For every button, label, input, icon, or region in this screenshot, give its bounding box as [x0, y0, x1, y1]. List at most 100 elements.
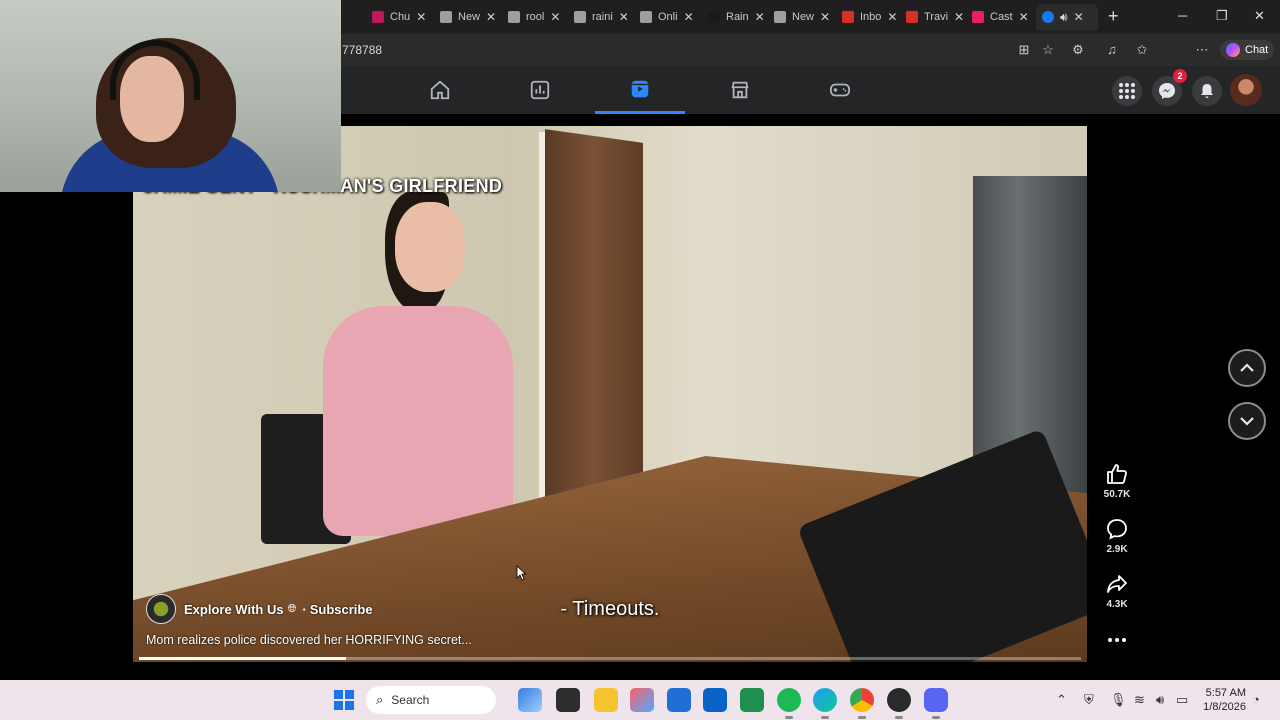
tab-gaming[interactable]: [795, 66, 885, 114]
tab-label: Onli: [658, 11, 678, 23]
next-reel-button[interactable]: [1228, 402, 1266, 440]
mouse-cursor-icon: [516, 565, 526, 581]
notifications-button[interactable]: [1192, 76, 1222, 106]
subtitle-text: - Timeouts.: [560, 598, 660, 620]
widgets-icon[interactable]: [518, 688, 542, 712]
like-count: 50.7K: [1103, 489, 1131, 500]
video-progress-bar[interactable]: [139, 657, 1081, 660]
clock-date: 1/8/2026: [1203, 701, 1246, 713]
share-count: 4.3K: [1106, 599, 1128, 610]
spotify-icon[interactable]: [777, 688, 801, 719]
comment-count: 2.9K: [1106, 544, 1128, 555]
browser-tab[interactable]: Onli ✕: [640, 4, 700, 30]
close-tab-icon[interactable]: ✕: [887, 10, 897, 24]
more-menu-icon[interactable]: ⋯: [1194, 42, 1210, 58]
video-scene-person: [323, 306, 513, 536]
speaker-icon[interactable]: 🔊︎: [1060, 10, 1068, 25]
reel-video[interactable]: JAMIE GENT - RUSHMAN'S GIRLFRIEND - Time…: [133, 126, 1087, 662]
minimize-button[interactable]: ─: [1178, 8, 1187, 23]
microphone-icon[interactable]: 🎙︎: [1110, 692, 1127, 708]
discord-icon[interactable]: [924, 688, 948, 719]
security-icon[interactable]: ⛨: [1084, 692, 1094, 708]
start-button[interactable]: [334, 690, 354, 710]
channel-avatar[interactable]: [146, 594, 176, 624]
reel-description[interactable]: Mom realizes police discovered her HORRI…: [146, 633, 472, 647]
menu-button[interactable]: [1112, 76, 1142, 106]
close-tab-icon[interactable]: ✕: [1019, 10, 1029, 24]
chrome-icon[interactable]: [850, 688, 874, 719]
browser-tab[interactable]: New ✕: [440, 4, 500, 30]
channel-name[interactable]: Explore With Us: [184, 602, 284, 617]
copilot-chat-button[interactable]: Chat: [1220, 40, 1275, 60]
system-clock[interactable]: 5:57 AM 1/8/2026: [1200, 686, 1246, 714]
favorite-star-icon[interactable]: ☆: [1040, 42, 1056, 58]
tab-label: New: [458, 11, 481, 23]
url-text[interactable]: 778788: [342, 43, 382, 57]
subscribe-button[interactable]: Subscribe: [310, 602, 373, 617]
share-button[interactable]: 4.3K: [1097, 572, 1137, 610]
new-tab-button[interactable]: +: [1108, 6, 1119, 27]
previous-reel-button[interactable]: [1228, 349, 1266, 387]
outlook-icon[interactable]: [703, 688, 727, 712]
more-options-button[interactable]: [1097, 628, 1137, 652]
clock-time: 5:57 AM: [1205, 687, 1246, 699]
excel-icon[interactable]: [740, 688, 764, 712]
bell-icon: [1201, 84, 1213, 98]
battery-icon[interactable]: ▭: [1176, 692, 1188, 708]
tab-dashboard[interactable]: [495, 66, 585, 114]
chevron-down-icon: [1240, 417, 1254, 426]
close-tab-icon[interactable]: ✕: [1074, 10, 1084, 24]
close-window-button[interactable]: ✕: [1254, 8, 1265, 24]
close-tab-icon[interactable]: ✕: [755, 10, 765, 24]
tab-favicon-icon: [508, 11, 520, 23]
browser-tab[interactable]: Chu ✕: [372, 4, 430, 30]
dashboard-icon: [530, 80, 550, 100]
edge-icon[interactable]: [813, 688, 837, 719]
notification-center-icon[interactable]: ◔: [1252, 692, 1260, 707]
wifi-icon[interactable]: ≋: [1134, 692, 1145, 708]
close-tab-icon[interactable]: ✕: [820, 10, 830, 24]
show-hidden-icons-icon[interactable]: ⌃: [1056, 692, 1067, 708]
tab-reels[interactable]: [595, 66, 685, 114]
browser-tab[interactable]: Cast ✕: [972, 4, 1032, 30]
facebook-icon: [1042, 11, 1054, 23]
tab-marketplace[interactable]: [695, 66, 785, 114]
comment-button[interactable]: 2.9K: [1097, 517, 1137, 555]
split-screen-icon[interactable]: ♫: [1104, 42, 1120, 58]
browser-tab[interactable]: New ✕: [774, 4, 834, 30]
close-tab-icon[interactable]: ✕: [550, 10, 560, 24]
home-icon: [430, 80, 450, 100]
volume-icon[interactable]: 🔊︎: [1156, 692, 1164, 708]
tab-favicon-icon: [774, 11, 786, 23]
store-icon[interactable]: [667, 688, 691, 712]
browser-tab[interactable]: raini ✕: [574, 4, 634, 30]
close-tab-icon[interactable]: ✕: [684, 10, 694, 24]
browser-tab-active[interactable]: 🔊︎ ✕: [1036, 4, 1098, 30]
video-scene-door: [545, 129, 643, 523]
copilot-app-icon[interactable]: [630, 688, 654, 712]
obs-icon[interactable]: [887, 688, 911, 719]
file-explorer-icon[interactable]: [594, 688, 618, 712]
tab-label: Travi: [924, 11, 949, 23]
browser-tab[interactable]: rool ✕: [508, 4, 568, 30]
browser-tab[interactable]: Rain ✕: [708, 4, 768, 30]
close-tab-icon[interactable]: ✕: [954, 10, 964, 24]
extensions-icon[interactable]: ⚙: [1070, 42, 1086, 58]
favorites-icon[interactable]: ✩: [1134, 42, 1150, 58]
account-avatar[interactable]: [1230, 74, 1262, 106]
task-view-icon[interactable]: [556, 688, 580, 712]
browser-tab[interactable]: Travi ✕: [906, 4, 966, 30]
copilot-icon: [1226, 43, 1240, 57]
browser-tab[interactable]: Inbo ✕: [842, 4, 902, 30]
restore-button[interactable]: ❐: [1216, 8, 1228, 24]
close-tab-icon[interactable]: ✕: [416, 10, 426, 24]
close-tab-icon[interactable]: ✕: [619, 10, 629, 24]
taskbar-search[interactable]: ⌕ Search: [366, 686, 496, 714]
apps-icon[interactable]: ⊞: [1016, 42, 1032, 58]
tab-favicon-icon: [640, 11, 652, 23]
close-tab-icon[interactable]: ✕: [486, 10, 496, 24]
like-button[interactable]: 50.7K: [1097, 462, 1137, 500]
more-dots-icon: [1108, 638, 1126, 642]
tab-home[interactable]: [395, 66, 485, 114]
tab-label: raini: [592, 11, 613, 23]
